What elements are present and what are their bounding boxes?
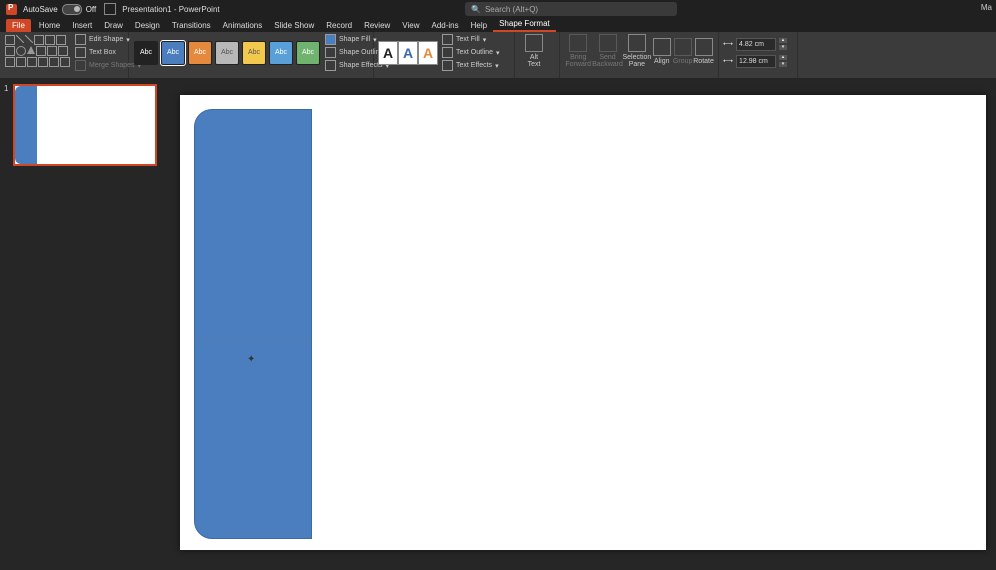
title-bar: AutoSave Off Presentation1 - PowerPoint … xyxy=(0,0,996,18)
text-outline-icon xyxy=(442,47,453,58)
style-swatch-4[interactable]: Abc xyxy=(215,41,239,65)
wordart-style-3[interactable]: A xyxy=(418,41,438,65)
edit-shape-icon xyxy=(75,34,86,45)
height-spinner[interactable]: ⟷ ▴ ▾ xyxy=(723,37,793,51)
search-placeholder: Search (Alt+Q) xyxy=(485,5,538,14)
align-icon xyxy=(653,38,671,56)
tab-shape-format[interactable]: Shape Format xyxy=(493,17,556,32)
tab-home[interactable]: Home xyxy=(33,19,66,32)
shape-fill-icon xyxy=(325,34,336,45)
width-input[interactable] xyxy=(736,55,776,68)
wordart-gallery[interactable]: A A A xyxy=(378,41,438,65)
ribbon-tabs: File Home Insert Draw Design Transitions… xyxy=(0,18,996,32)
width-down[interactable]: ▾ xyxy=(779,62,787,67)
tab-draw[interactable]: Draw xyxy=(98,19,129,32)
search-input[interactable]: 🔍 Search (Alt+Q) xyxy=(465,2,677,16)
rotate-button[interactable]: Rotate xyxy=(693,34,714,68)
slide-canvas[interactable]: ✦ xyxy=(180,95,986,550)
tab-help[interactable]: Help xyxy=(465,19,493,32)
height-down[interactable]: ▾ xyxy=(779,45,787,50)
height-up[interactable]: ▴ xyxy=(779,38,787,43)
align-button[interactable]: Align xyxy=(651,34,672,68)
slide-thumbnail-1[interactable]: 1 xyxy=(4,84,162,166)
alt-text-icon xyxy=(525,34,543,52)
save-icon[interactable] xyxy=(104,3,116,15)
style-swatch-1[interactable]: Abc xyxy=(134,41,158,65)
group-wordart-styles: A A A Text Fill▾ Text Outline▾ Text Effe… xyxy=(374,32,515,78)
style-swatch-2[interactable]: Abc xyxy=(161,41,185,65)
tab-file[interactable]: File xyxy=(6,19,31,32)
app-icon xyxy=(6,4,17,15)
workspace: 1 ✦ xyxy=(0,78,996,570)
tab-design[interactable]: Design xyxy=(129,19,166,32)
shapes-gallery[interactable] xyxy=(4,34,71,71)
tab-review[interactable]: Review xyxy=(358,19,396,32)
thumbnail-shape xyxy=(15,86,37,164)
alt-text-button[interactable]: Alt Text xyxy=(519,34,549,68)
tab-animations[interactable]: Animations xyxy=(217,19,269,32)
tab-addins[interactable]: Add-ins xyxy=(426,19,465,32)
merge-shapes-icon xyxy=(75,60,86,71)
width-up[interactable]: ▴ xyxy=(779,55,787,60)
group-icon xyxy=(674,38,692,56)
send-backward-button[interactable]: Send Backward xyxy=(593,34,623,68)
group-button[interactable]: Group xyxy=(672,34,693,68)
ribbon: Edit Shape▾ Text Box Merge Shapes▾ Inser… xyxy=(0,32,996,79)
text-fill-icon xyxy=(442,34,453,45)
text-effects-button[interactable]: Text Effects▾ xyxy=(442,60,499,71)
account-name[interactable]: Ma xyxy=(981,3,992,12)
style-swatch-3[interactable]: Abc xyxy=(188,41,212,65)
shape-outline-icon xyxy=(325,47,336,58)
height-icon: ⟷ xyxy=(723,40,733,48)
search-icon: 🔍 xyxy=(471,5,481,14)
smart-guide-horizontal xyxy=(195,338,311,339)
bring-forward-button[interactable]: Bring Forward xyxy=(564,34,593,68)
group-accessibility: Alt Text Accessibility xyxy=(515,32,560,78)
wordart-style-2[interactable]: A xyxy=(398,41,418,65)
rotate-icon xyxy=(695,38,713,56)
selection-pane-icon xyxy=(628,34,646,52)
text-fill-button[interactable]: Text Fill▾ xyxy=(442,34,499,45)
tab-transitions[interactable]: Transitions xyxy=(166,19,217,32)
autosave-toggle[interactable]: AutoSave Off xyxy=(23,4,96,15)
send-backward-icon xyxy=(599,34,617,52)
height-input[interactable] xyxy=(736,38,776,51)
style-swatch-5[interactable]: Abc xyxy=(242,41,266,65)
text-box-icon xyxy=(75,47,86,58)
slide-number: 1 xyxy=(4,84,10,166)
tab-record[interactable]: Record xyxy=(320,19,358,32)
autosave-label: AutoSave xyxy=(23,5,58,14)
tab-slideshow[interactable]: Slide Show xyxy=(268,19,320,32)
autosave-state: Off xyxy=(86,5,97,14)
width-icon: ⟷ xyxy=(723,57,733,65)
document-title: Presentation1 - PowerPoint xyxy=(122,5,219,14)
bring-forward-icon xyxy=(569,34,587,52)
tab-view[interactable]: View xyxy=(396,19,425,32)
group-insert-shapes: Edit Shape▾ Text Box Merge Shapes▾ Inser… xyxy=(0,32,129,78)
group-arrange: Bring Forward Send Backward Selection Pa… xyxy=(560,32,719,78)
thumbnail-preview[interactable] xyxy=(13,84,157,166)
shape-style-gallery[interactable]: Abc Abc Abc Abc Abc Abc Abc xyxy=(133,40,321,66)
slide-editor[interactable]: ✦ xyxy=(166,78,996,570)
width-spinner[interactable]: ⟷ ▴ ▾ xyxy=(723,54,793,68)
toggle-icon[interactable] xyxy=(62,4,82,15)
style-swatch-7[interactable]: Abc xyxy=(296,41,320,65)
shape-effects-icon xyxy=(325,60,336,71)
slide-thumbnail-pane[interactable]: 1 xyxy=(0,78,166,570)
tab-insert[interactable]: Insert xyxy=(66,19,98,32)
text-outline-button[interactable]: Text Outline▾ xyxy=(442,47,499,58)
selection-pane-button[interactable]: Selection Pane xyxy=(623,34,652,68)
text-effects-icon xyxy=(442,60,453,71)
group-shape-styles: Abc Abc Abc Abc Abc Abc Abc Shape Fill▾ … xyxy=(129,32,374,78)
group-size: ⟷ ▴▾ ⟷ ▴▾ Size ⇲ xyxy=(719,32,798,78)
rounded-rectangle-shape[interactable]: ✦ xyxy=(194,109,312,539)
style-swatch-6[interactable]: Abc xyxy=(269,41,293,65)
text-cursor-icon: ✦ xyxy=(247,354,255,365)
wordart-style-1[interactable]: A xyxy=(378,41,398,65)
